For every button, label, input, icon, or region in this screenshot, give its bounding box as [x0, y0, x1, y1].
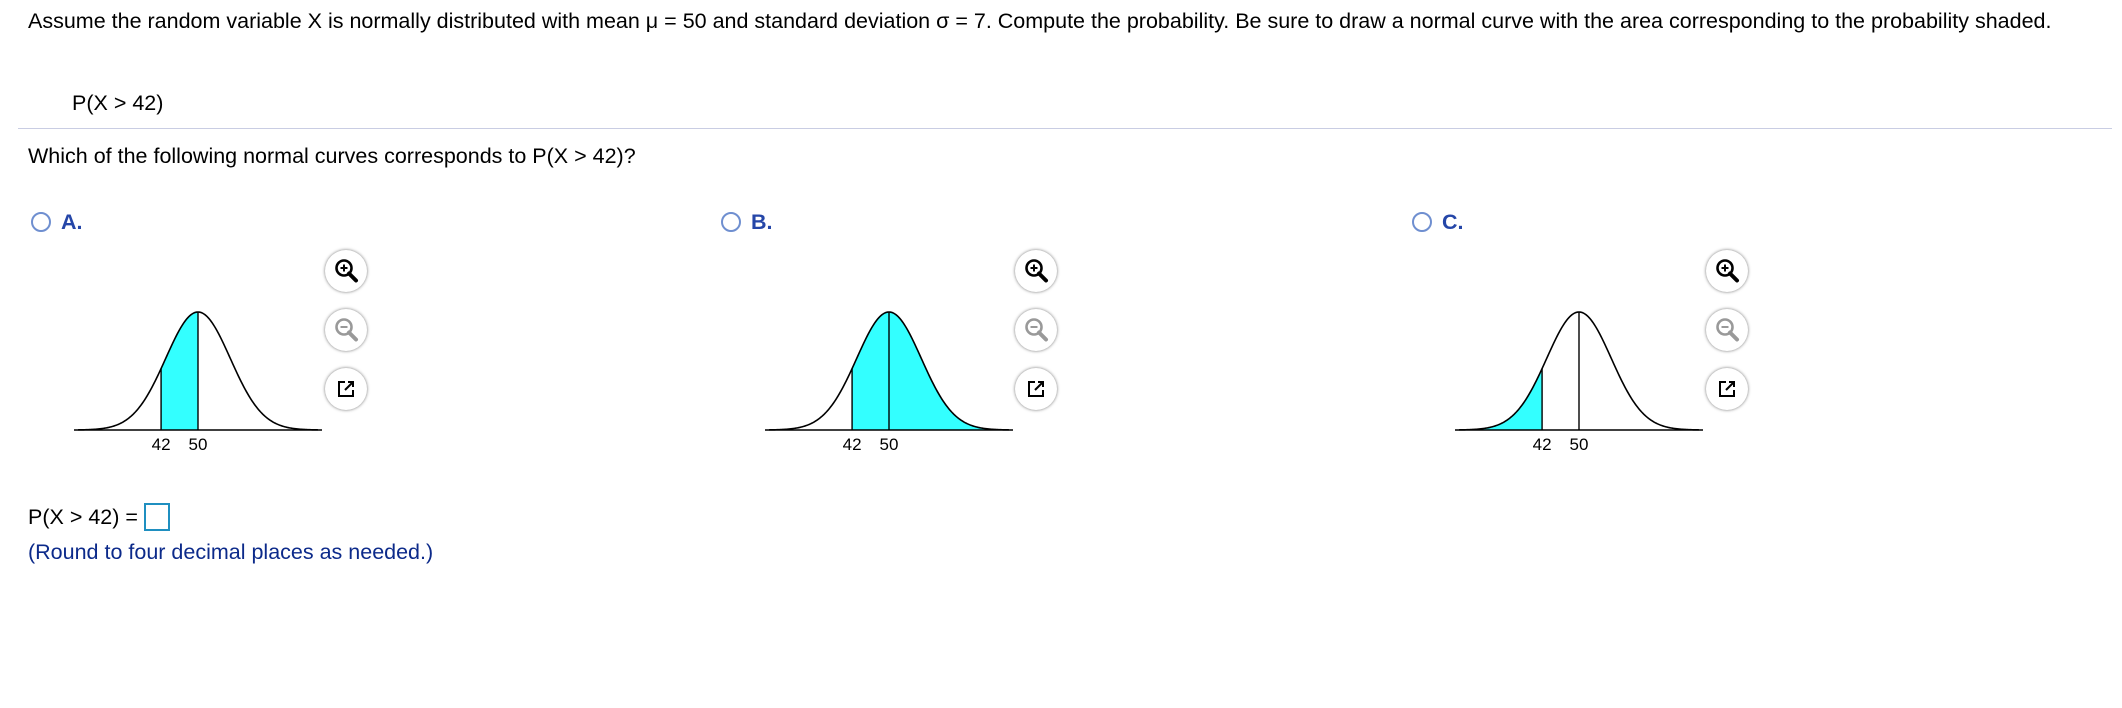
- given-probability: P(X > 42): [72, 91, 164, 115]
- rounding-note: (Round to four decimal places as needed.…: [28, 540, 434, 564]
- zoom-in-icon: [1025, 259, 1048, 283]
- divider: [18, 128, 2112, 129]
- option-b-shaded-area: [852, 312, 1009, 430]
- option-a-zoom-out-button[interactable]: [325, 309, 367, 351]
- option-b-tick-50: 50: [880, 435, 899, 454]
- option-c-radio[interactable]: [1412, 212, 1432, 232]
- popout-icon: [1028, 381, 1044, 397]
- option-b-zoom-in-button[interactable]: [1015, 250, 1057, 292]
- zoom-in-icon: [1716, 259, 1739, 283]
- option-c-popout-button[interactable]: [1706, 368, 1748, 410]
- zoom-out-icon: [1716, 318, 1739, 342]
- option-c-normal-curve: 42 50: [1455, 311, 1703, 454]
- option-c-shaded-area: [1459, 368, 1543, 430]
- zoom-out-icon: [335, 318, 358, 342]
- option-c-tick-42: 42: [1533, 435, 1552, 454]
- answer-input[interactable]: [143, 503, 170, 531]
- option-a-normal-curve: 42 50: [74, 311, 322, 454]
- option-b-popout-button[interactable]: [1015, 368, 1057, 410]
- option-b-normal-curve: 42 50: [765, 311, 1013, 454]
- popout-icon: [1719, 381, 1735, 397]
- option-b-zoom-out-button[interactable]: [1015, 309, 1057, 351]
- answer-row: P(X > 42) =: [28, 502, 170, 532]
- option-b-label: B.: [751, 209, 773, 234]
- option-b-tick-42: 42: [843, 435, 862, 454]
- zoom-out-icon: [1025, 318, 1048, 342]
- question-text: Which of the following normal curves cor…: [28, 144, 636, 168]
- option-a-tick-50: 50: [189, 435, 208, 454]
- option-b-radio[interactable]: [721, 212, 741, 232]
- option-c-zoom-in-button[interactable]: [1706, 250, 1748, 292]
- zoom-in-icon: [335, 259, 358, 283]
- answer-label: P(X > 42) =: [28, 505, 138, 529]
- option-a-label: A.: [61, 209, 83, 234]
- popout-icon: [338, 381, 354, 397]
- option-b[interactable]: B.: [721, 210, 773, 234]
- option-c-tick-50: 50: [1570, 435, 1589, 454]
- option-c[interactable]: C.: [1412, 210, 1464, 234]
- option-a-zoom-in-button[interactable]: [325, 250, 367, 292]
- option-c-label: C.: [1442, 209, 1464, 234]
- option-a-tick-42: 42: [152, 435, 171, 454]
- option-c-zoom-out-button[interactable]: [1706, 309, 1748, 351]
- option-a[interactable]: A.: [31, 210, 83, 234]
- option-a-popout-button[interactable]: [325, 368, 367, 410]
- option-a-radio[interactable]: [31, 212, 51, 232]
- problem-statement: Assume the random variable X is normally…: [28, 9, 2052, 33]
